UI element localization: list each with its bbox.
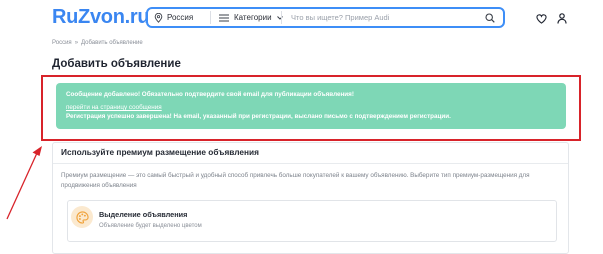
divider — [53, 163, 568, 164]
filter-lines-icon — [219, 14, 229, 22]
option-title: Выделение объявления — [99, 210, 188, 219]
premium-placement-card: Используйте премиум размещение объявлени… — [52, 142, 569, 254]
search-bar: Россия Категории — [146, 7, 505, 28]
premium-title: Используйте премиум размещение объявлени… — [61, 147, 259, 157]
user-icon[interactable] — [557, 11, 567, 29]
breadcrumb-home[interactable]: Россия — [52, 40, 72, 46]
option-description: Объявление будет выделено цветом — [99, 223, 202, 229]
region-selector[interactable]: Россия — [148, 9, 210, 26]
annotation-highlight-box — [41, 75, 581, 141]
categories-label: Категории — [234, 13, 272, 22]
palette-icon — [71, 206, 93, 228]
categories-dropdown[interactable]: Категории — [211, 9, 283, 26]
breadcrumb: Россия» Добавить объявление — [52, 40, 143, 46]
page-title: Добавить объявление — [52, 58, 181, 70]
search-button[interactable] — [477, 12, 503, 23]
highlight-ad-option[interactable]: Выделение объявления Объявление будет вы… — [67, 200, 557, 242]
site-logo[interactable]: RuZvon.ru — [52, 6, 150, 29]
search-input[interactable] — [282, 8, 477, 27]
location-pin-icon — [154, 12, 163, 23]
search-icon — [485, 12, 495, 23]
breadcrumb-separator: » — [74, 40, 79, 46]
heart-icon[interactable] — [536, 11, 547, 29]
region-label: Россия — [167, 13, 194, 22]
premium-description: Премиум размещение — это самый быстрый и… — [61, 172, 530, 189]
breadcrumb-current: Добавить объявление — [81, 40, 143, 46]
